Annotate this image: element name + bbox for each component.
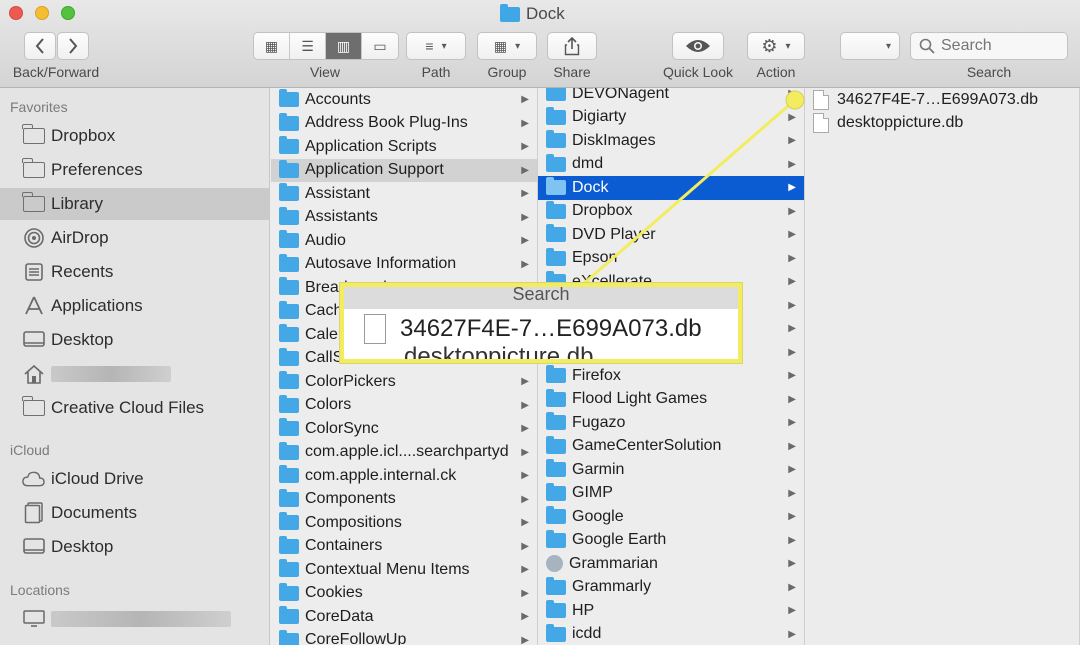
callout-header: Search [344,287,738,309]
zoom-callout: Search 34627F4E-7…E699A073.db desktoppic… [340,283,742,363]
callout-cut-file: desktoppicture.db [404,343,594,363]
document-icon [364,314,386,344]
